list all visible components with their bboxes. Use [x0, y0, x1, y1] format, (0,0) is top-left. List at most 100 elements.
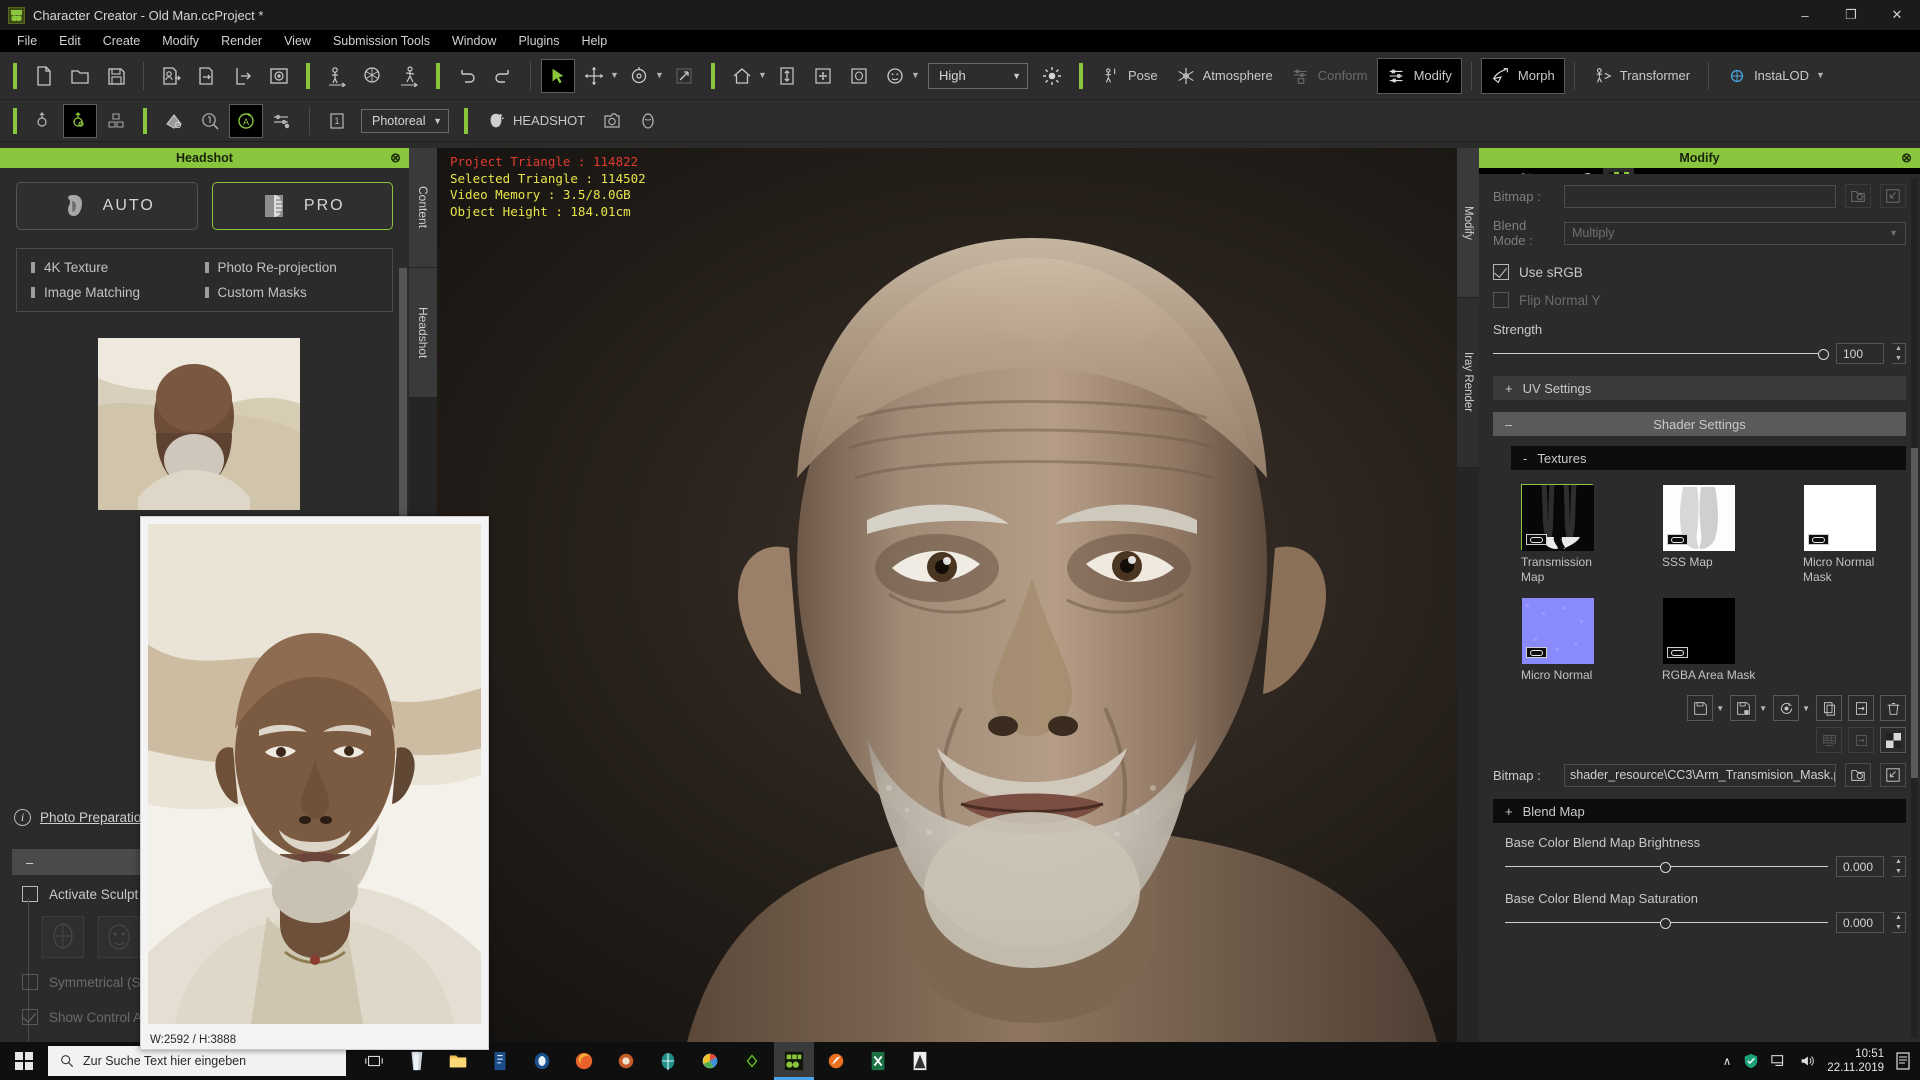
spin-up-icon[interactable]: ▲ — [1895, 914, 1902, 921]
home-view-icon[interactable] — [725, 59, 759, 93]
strength-slider[interactable] — [1493, 347, 1829, 361]
shield-icon[interactable] — [1743, 1053, 1759, 1069]
tray-expand-chevron-up-icon[interactable]: ∧ — [1723, 1054, 1731, 1068]
task-character-creator-icon[interactable] — [774, 1042, 814, 1080]
notifications-icon[interactable] — [1896, 1052, 1910, 1070]
menu-item-help[interactable]: Help — [570, 32, 618, 50]
texture-thumbnail-rgba-area-mask[interactable] — [1662, 597, 1735, 664]
minimize-button[interactable]: – — [1782, 0, 1828, 30]
close-button[interactable]: ✕ — [1874, 0, 1920, 30]
pose-button[interactable]: Pose — [1092, 58, 1167, 94]
3d-viewport[interactable]: Project Triangle : 114822 Selected Trian… — [437, 148, 1627, 1042]
edit-mesh-icon[interactable] — [27, 104, 61, 138]
bitmap-top-input[interactable] — [1564, 184, 1836, 208]
texture-thumbnail-transmission-map[interactable] — [1521, 484, 1594, 551]
headshot-button[interactable]: HEADSHOT — [477, 103, 594, 139]
start-button[interactable] — [0, 1042, 48, 1080]
headshot-sculpt-icon[interactable] — [631, 104, 665, 138]
maximize-button[interactable]: ❐ — [1828, 0, 1874, 30]
move-tool-chevron-down-icon[interactable]: ▼ — [610, 71, 619, 80]
bitmap-load-icon[interactable] — [1880, 763, 1906, 787]
spin-down-icon[interactable]: ▼ — [1895, 355, 1902, 362]
textures-accordion[interactable]: - Textures — [1511, 446, 1906, 470]
paste-texture-icon[interactable] — [1848, 695, 1874, 721]
checker-preview-icon[interactable] — [1880, 727, 1906, 753]
shader-settings-accordion[interactable]: – Shader Settings — [1493, 412, 1906, 436]
reload-texture-chevron-down-icon[interactable]: ▼ — [1802, 704, 1810, 713]
import-asset-icon[interactable] — [190, 59, 224, 93]
task-excel-icon[interactable] — [858, 1042, 898, 1080]
edit-body-icon[interactable] — [99, 104, 133, 138]
sculpt-head-shape-button[interactable] — [42, 916, 84, 958]
save-all-textures-icon[interactable] — [1730, 695, 1757, 721]
rotate-tool-icon[interactable] — [622, 59, 656, 93]
auto-refresh-icon[interactable]: A — [229, 103, 263, 138]
texture-cell[interactable]: RGBA Area Mask — [1662, 597, 1765, 683]
taskbar-search-box[interactable]: Zur Suche Text hier eingeben — [48, 1046, 346, 1076]
modify-button[interactable]: Modify — [1376, 57, 1462, 94]
vtab-content[interactable]: Content — [409, 148, 437, 268]
blend-map-accordion[interactable]: + Blend Map — [1493, 799, 1906, 823]
bitmap-browse-icon[interactable] — [1845, 763, 1871, 787]
source-photo-thumbnail[interactable] — [98, 338, 300, 510]
bitmap-top-load-icon[interactable] — [1880, 184, 1906, 208]
volume-icon[interactable] — [1799, 1053, 1815, 1069]
menu-item-submission-tools[interactable]: Submission Tools — [322, 32, 441, 50]
redo-icon[interactable] — [486, 59, 520, 93]
sculpt-face-features-button[interactable] — [98, 916, 140, 958]
menu-item-window[interactable]: Window — [441, 32, 507, 50]
fit-head-icon[interactable] — [842, 59, 876, 93]
show-control-row[interactable]: Show Control An — [22, 1009, 150, 1025]
render-mode-select[interactable]: Photoreal ▼ — [361, 108, 449, 133]
task-outlook-icon[interactable] — [522, 1042, 562, 1080]
vtab-headshot[interactable]: Headshot — [409, 268, 437, 398]
uv-settings-accordion[interactable]: + UV Settings — [1493, 376, 1906, 400]
bitmap-top-browse-icon[interactable] — [1845, 184, 1871, 208]
preview-render-icon[interactable] — [262, 59, 296, 93]
menu-item-create[interactable]: Create — [92, 32, 152, 50]
blend-satur3-spinner[interactable]: ▲ ▼ — [1892, 912, 1906, 933]
reference-photo-window[interactable]: W:2592 / H:3888 — [140, 516, 489, 1050]
flip-normal-row[interactable]: Flip Normal Y — [1493, 292, 1906, 308]
morph-button[interactable]: Morph — [1480, 57, 1565, 94]
undo-icon[interactable] — [450, 59, 484, 93]
menu-item-file[interactable]: File — [6, 32, 48, 50]
slider-knob[interactable] — [1660, 917, 1672, 929]
blend-mode-select[interactable]: Multiply ▼ — [1564, 221, 1906, 245]
scale-tool-icon[interactable] — [667, 59, 701, 93]
rotate-tool-chevron-down-icon[interactable]: ▼ — [655, 71, 664, 80]
uv-grid-icon[interactable] — [1816, 727, 1842, 753]
strength-spinner[interactable]: ▲ ▼ — [1892, 343, 1906, 364]
task-app-orange-icon[interactable] — [606, 1042, 646, 1080]
new-project-icon[interactable] — [27, 59, 61, 93]
menu-item-modify[interactable]: Modify — [151, 32, 210, 50]
fit-all-icon[interactable] — [806, 59, 840, 93]
move-tool-icon[interactable] — [577, 59, 611, 93]
conform-button[interactable]: Conform — [1282, 58, 1377, 94]
texture-thumbnail-sss-map[interactable] — [1662, 484, 1735, 551]
flip-normal-checkbox[interactable] — [1493, 292, 1509, 308]
reload-texture-icon[interactable] — [1773, 695, 1800, 721]
light-toggle-icon[interactable] — [1035, 59, 1069, 93]
task-app-teal-icon[interactable] — [648, 1042, 688, 1080]
spin-up-icon[interactable]: ▲ — [1895, 345, 1902, 352]
delete-texture-icon[interactable] — [1880, 695, 1906, 721]
task-firefox-icon[interactable] — [564, 1042, 604, 1080]
blend-brightness-slider[interactable] — [1505, 860, 1828, 874]
menu-item-edit[interactable]: Edit — [48, 32, 92, 50]
task-app-white-icon[interactable] — [900, 1042, 940, 1080]
save-all-chevron-down-icon[interactable]: ▼ — [1759, 704, 1767, 713]
material-icon[interactable] — [157, 104, 191, 138]
task-app-multicolor-icon[interactable] — [690, 1042, 730, 1080]
headshot-panel-close-icon[interactable]: ⊗ — [390, 150, 401, 166]
save-texture-icon[interactable] — [1687, 695, 1714, 721]
task-app-green-icon[interactable] — [732, 1042, 772, 1080]
open-project-icon[interactable] — [63, 59, 97, 93]
blend-saturation-value[interactable]: 0.000 — [1836, 912, 1884, 933]
texture-cell[interactable]: Transmission Map — [1521, 484, 1624, 585]
strength-slider-knob[interactable] — [1817, 348, 1829, 360]
face-view-chevron-down-icon[interactable]: ▼ — [911, 71, 920, 80]
import-character-icon[interactable] — [154, 59, 188, 93]
rvtab-modify[interactable]: Modify — [1457, 148, 1479, 298]
spin-down-icon[interactable]: ▼ — [1895, 868, 1902, 875]
